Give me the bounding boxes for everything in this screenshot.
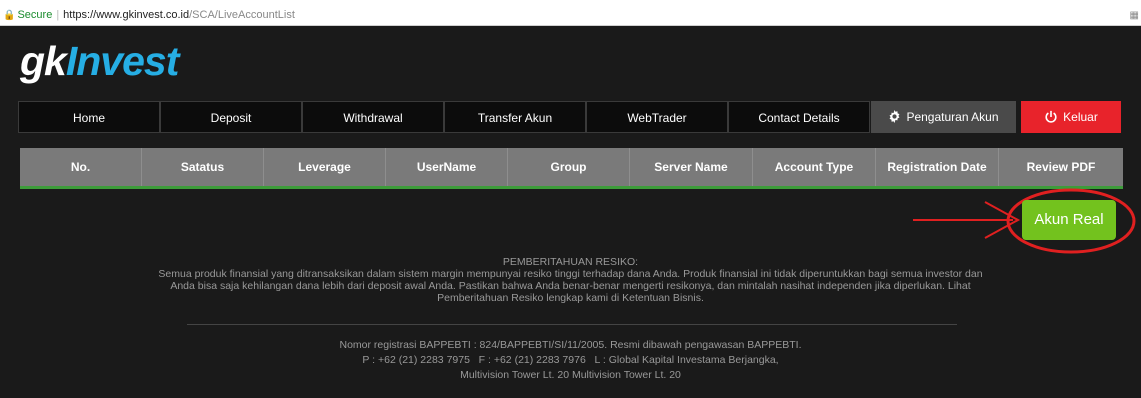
settings-label: Pengaturan Akun [906, 110, 999, 124]
akun-real-button[interactable]: Akun Real [1022, 200, 1116, 240]
address-separator: | [56, 9, 60, 21]
col-leverage: Leverage [264, 148, 386, 186]
footer-address: Multivision Tower Lt. 20 Multivision Tow… [460, 369, 681, 381]
footer: Nomor registrasi BAPPEBTI : 824/BAPPEBTI… [0, 338, 1141, 383]
nav-webtrader[interactable]: WebTrader [586, 101, 728, 133]
settings-button[interactable]: Pengaturan Akun [871, 101, 1016, 133]
risk-notice-line: Pemberitahuan Resiko lengkap kami di Ket… [437, 292, 704, 304]
col-username: UserName [386, 148, 508, 186]
address-bar[interactable]: 🔒 Secure | https://www.gkinvest.co.id/SCA/L… [0, 6, 1141, 26]
col-server-name: Server Name [630, 148, 753, 186]
lock-icon: 🔒 [3, 10, 16, 21]
logout-label: Keluar [1063, 110, 1098, 124]
logout-button[interactable]: Keluar [1021, 101, 1121, 133]
col-review-pdf: Review PDF [1026, 160, 1096, 174]
gkinvest-logo[interactable]: gkInvest [20, 40, 179, 82]
url-path: /SCA/LiveAccountList [189, 9, 295, 21]
main-nav: Home Deposit Withdrawal Transfer Akun We… [18, 101, 1141, 134]
power-icon [1045, 110, 1057, 123]
footer-contact: P : +62 (21) 2283 7975 F : +62 (21) 2283… [362, 354, 779, 366]
nav-home[interactable]: Home [18, 101, 160, 133]
secure-label: Secure [17, 9, 53, 21]
col-registration-date: Registration Date [876, 148, 999, 186]
url-host: https://www.gkinvest.co.id [63, 9, 190, 21]
nav-contact-details[interactable]: Contact Details [728, 101, 870, 133]
risk-notice: PEMBERITAHUAN RESIKO: Semua produk finan… [0, 256, 1141, 304]
footer-registration: Nomor registrasi BAPPEBTI : 824/BAPPEBTI… [339, 339, 802, 351]
nav-deposit[interactable]: Deposit [160, 101, 302, 133]
nav-withdrawal[interactable]: Withdrawal [302, 101, 444, 133]
translate-icon[interactable]: ▦ [1130, 6, 1139, 25]
app-container: gkInvest Home Deposit Withdrawal Transfe… [0, 26, 1141, 398]
risk-notice-title: PEMBERITAHUAN RESIKO: [502, 256, 639, 268]
nav-transfer-akun[interactable]: Transfer Akun [444, 101, 586, 133]
account-table-header: No. Satatus Leverage UserName Group Serv… [20, 148, 1123, 189]
footer-divider [187, 324, 957, 325]
col-status: Satatus [142, 148, 264, 186]
col-group: Group [508, 148, 630, 186]
col-account-type: Account Type [753, 148, 876, 186]
gear-icon [889, 110, 900, 123]
risk-notice-line: Anda bisa saja kehilangan dana lebih dar… [170, 280, 971, 292]
col-no: No. [20, 148, 142, 186]
risk-notice-line: Semua produk finansial yang ditransaksik… [158, 268, 983, 280]
